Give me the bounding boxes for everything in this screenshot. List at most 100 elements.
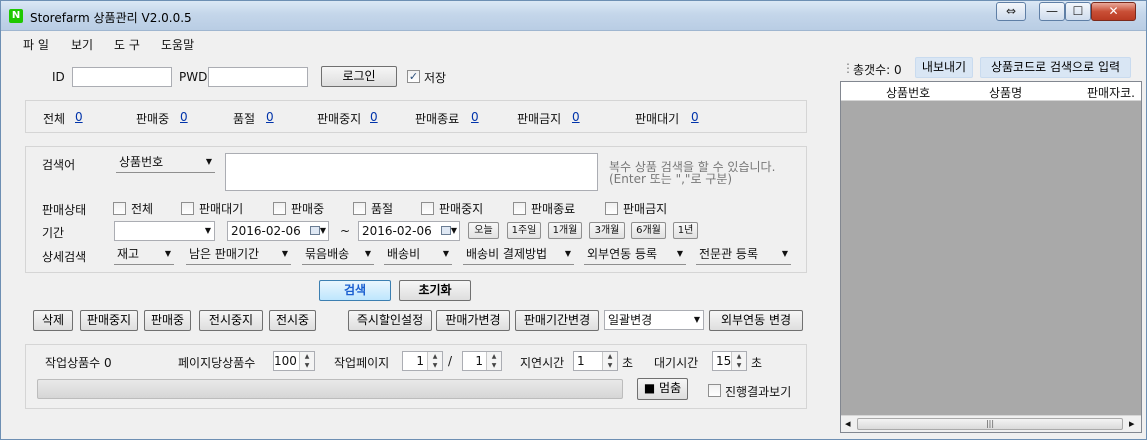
bundle-shipping-select[interactable]: 묶음배송 ▼ xyxy=(302,245,374,265)
spin-arrows-icon[interactable]: ▲ ▼ xyxy=(602,352,617,370)
chevron-down-icon: ▼ xyxy=(693,315,700,324)
spin-arrows-icon[interactable]: ▲ ▼ xyxy=(299,352,314,370)
page-current-stepper[interactable]: 1 ▲ ▼ xyxy=(402,351,443,371)
date-from-picker[interactable]: 2016-02-06 ▼ xyxy=(227,221,329,241)
keyword-hint-line2: (Enter 또는 ","로 구분) xyxy=(609,172,733,186)
reset-button[interactable]: 초기화 xyxy=(399,280,471,301)
status-checkbox-all[interactable] xyxy=(113,202,126,215)
total-count-label: 총갯수: 0 xyxy=(853,63,902,77)
chevron-down-icon: ▼ xyxy=(164,249,171,258)
period-6month-button[interactable]: 6개월 xyxy=(631,222,666,239)
status-label: 판매상태 xyxy=(42,203,87,217)
stock-filter-select[interactable]: 재고 ▼ xyxy=(114,245,174,265)
status-option-banned: 판매금지 xyxy=(623,202,668,216)
bulk-change-select[interactable]: 일괄변경 ▼ xyxy=(604,310,704,330)
period-3month-button[interactable]: 3개월 xyxy=(589,222,625,239)
stop-button[interactable]: ■ 멈춤 xyxy=(637,378,688,400)
remaining-period-value: 남은 판매기간 xyxy=(189,247,260,261)
change-period-button[interactable]: 판매기간변경 xyxy=(515,310,599,331)
summary-count-sold-out[interactable]: 0 xyxy=(266,110,274,124)
maximize-button[interactable]: ☐ xyxy=(1065,2,1091,21)
menu-file[interactable]: 파 일 xyxy=(23,36,49,53)
status-checkbox-stopped[interactable] xyxy=(421,202,434,215)
scroll-thumb[interactable]: ||| xyxy=(857,418,1123,430)
summary-count-all[interactable]: 0 xyxy=(75,110,83,124)
external-link-select[interactable]: 외부연동 등록 ▼ xyxy=(584,245,686,265)
external-link-change-button[interactable]: 외부연동 변경 xyxy=(709,310,803,331)
stop-sale-button[interactable]: 판매중지 xyxy=(80,310,138,331)
keyword-type-select[interactable]: 상품번호 ▼ xyxy=(116,153,215,173)
id-input[interactable] xyxy=(72,67,172,87)
keyword-textarea[interactable] xyxy=(225,153,598,191)
minimize-button[interactable]: — xyxy=(1039,2,1065,21)
scroll-right-icon[interactable]: ▸ xyxy=(1129,417,1135,430)
horizontal-scrollbar[interactable]: ◂ ||| ▸ xyxy=(841,415,1141,432)
search-by-code-button[interactable]: 상품코드로 검색으로 입력 xyxy=(980,57,1131,78)
per-page-value: 100 xyxy=(274,354,297,368)
period-1month-button[interactable]: 1개월 xyxy=(548,222,582,239)
delay-stepper[interactable]: 1 ▲ ▼ xyxy=(573,351,618,371)
status-checkbox-banned[interactable] xyxy=(605,202,618,215)
spin-arrows-icon[interactable]: ▲ ▼ xyxy=(486,352,501,370)
change-price-button[interactable]: 판매가변경 xyxy=(436,310,510,331)
per-page-stepper[interactable]: 100 ▲ ▼ xyxy=(273,351,315,371)
status-option-stopped: 판매중지 xyxy=(439,202,484,216)
page-total-stepper[interactable]: 1 ▲ ▼ xyxy=(462,351,502,371)
login-button[interactable]: 로그인 xyxy=(321,66,397,87)
period-1week-button[interactable]: 1주일 xyxy=(507,222,541,239)
col-seller-code[interactable]: 판매자코. xyxy=(1087,84,1135,101)
period-type-select[interactable]: ▼ xyxy=(114,221,215,241)
scroll-left-icon[interactable]: ◂ xyxy=(845,417,851,430)
pwd-input[interactable] xyxy=(208,67,308,87)
spin-arrows-icon[interactable]: ▲ ▼ xyxy=(731,352,746,370)
status-checkbox-sold-out[interactable] xyxy=(353,202,366,215)
stop-display-button[interactable]: 전시중지 xyxy=(199,310,263,331)
summary-count-on-sale[interactable]: 0 xyxy=(180,110,188,124)
delete-button[interactable]: 삭제 xyxy=(33,310,73,331)
shipping-fee-select[interactable]: 배송비 ▼ xyxy=(384,245,452,265)
on-sale-button[interactable]: 판매중 xyxy=(144,310,191,331)
show-progress-label: 진행결과보기 xyxy=(725,385,792,399)
keyword-type-value: 상품번호 xyxy=(119,155,164,169)
status-checkbox-on-sale[interactable] xyxy=(273,202,286,215)
menu-tools[interactable]: 도 구 xyxy=(114,36,140,53)
instant-discount-button[interactable]: 즉시할인설정 xyxy=(348,310,432,331)
summary-count-banned[interactable]: 0 xyxy=(572,110,580,124)
chevron-down-icon: ▼ xyxy=(676,249,683,258)
remaining-period-select[interactable]: 남은 판매기간 ▼ xyxy=(186,245,291,265)
spin-arrows-icon[interactable]: ▲ ▼ xyxy=(427,352,442,370)
chevron-down-icon: ▼ xyxy=(364,249,371,258)
shipping-fee-value: 배송비 xyxy=(387,247,421,261)
export-button[interactable]: 내보내기 xyxy=(915,57,973,78)
title-bar: N Storefarm 상품관리 V2.0.0.5 ⇔ — ☐ ✕ xyxy=(1,1,1146,31)
wait-stepper[interactable]: 15 ▲ ▼ xyxy=(712,351,747,371)
stock-filter-value: 재고 xyxy=(117,247,140,261)
specialty-store-select[interactable]: 전문관 등록 ▼ xyxy=(696,245,791,265)
status-checkbox-pending[interactable] xyxy=(181,202,194,215)
summary-label-all: 전체 xyxy=(43,112,66,126)
status-checkbox-ended[interactable] xyxy=(513,202,526,215)
work-count-label: 작업상품수 0 xyxy=(45,356,112,370)
product-grid[interactable]: 상품번호 상품명 판매자코. ◂ ||| ▸ xyxy=(840,81,1142,433)
restore-layout-icon[interactable]: ⇔ xyxy=(996,2,1026,21)
col-product-name[interactable]: 상품명 xyxy=(989,84,1022,101)
status-option-on-sale: 판매중 xyxy=(291,202,325,216)
display-button[interactable]: 전시중 xyxy=(269,310,316,331)
close-button[interactable]: ✕ xyxy=(1091,2,1136,21)
summary-count-pending[interactable]: 0 xyxy=(691,110,699,124)
show-progress-checkbox[interactable] xyxy=(708,384,721,397)
save-checkbox[interactable]: ✓ xyxy=(407,70,420,83)
menu-help[interactable]: 도움말 xyxy=(161,36,194,53)
search-button[interactable]: 검색 xyxy=(319,280,391,301)
period-today-button[interactable]: 오늘 xyxy=(468,222,499,239)
date-to-picker[interactable]: 2016-02-06 ▼ xyxy=(358,221,460,241)
col-product-number[interactable]: 상품번호 xyxy=(886,84,930,101)
summary-count-stopped[interactable]: 0 xyxy=(370,110,378,124)
menu-view[interactable]: 보기 xyxy=(71,36,93,53)
delay-label: 지연시간 xyxy=(520,356,565,370)
period-1year-button[interactable]: 1년 xyxy=(673,222,698,239)
status-option-sold-out: 품절 xyxy=(371,202,394,216)
shipping-payment-select[interactable]: 배송비 결제방법 ▼ xyxy=(463,245,574,265)
summary-count-ended[interactable]: 0 xyxy=(471,110,479,124)
delay-unit: 초 xyxy=(622,356,634,370)
